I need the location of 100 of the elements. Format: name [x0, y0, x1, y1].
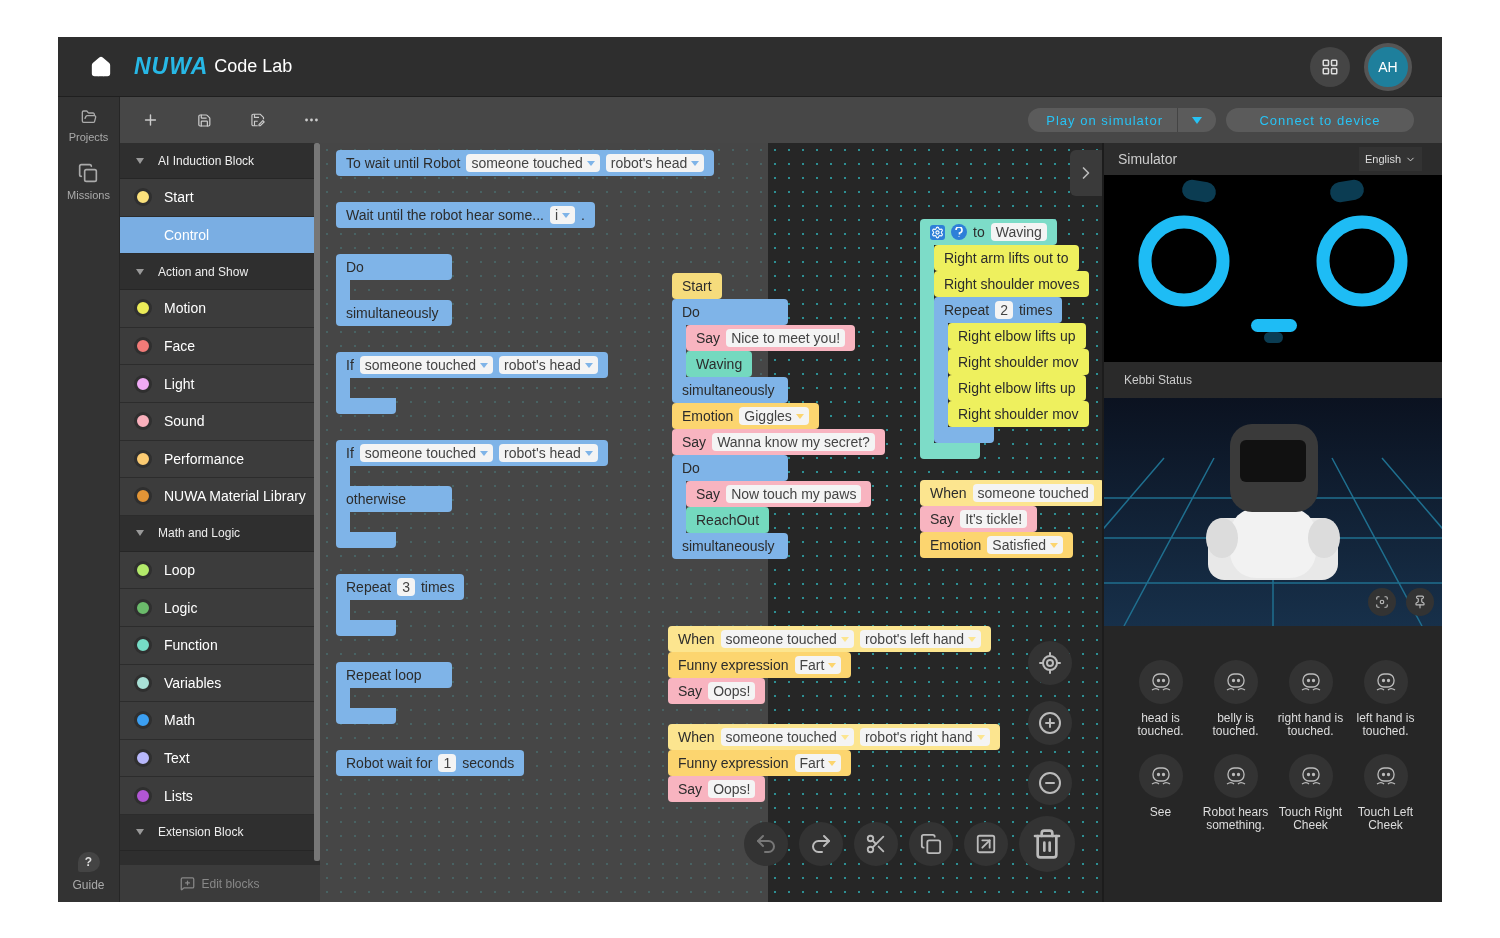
block-header[interactable]: If someone touched robot's head — [336, 352, 608, 378]
block-field[interactable]: Oops! — [708, 780, 756, 798]
sensor-button[interactable] — [1138, 660, 1183, 704]
sensor-button[interactable] — [1363, 754, 1408, 798]
code-block[interactable]: ReachOut — [686, 507, 770, 533]
block-header[interactable]: If someone touched robot's head — [336, 440, 608, 466]
zoom-in-button[interactable] — [1028, 701, 1072, 745]
sensor-button[interactable] — [1288, 754, 1333, 798]
code-block[interactable]: Robot wait for 1 seconds — [336, 750, 525, 776]
avatar[interactable]: AH — [1364, 42, 1412, 91]
block-field[interactable]: Waving — [990, 223, 1047, 241]
block-dropdown[interactable]: robot's head — [499, 356, 598, 374]
undo-button[interactable] — [744, 822, 788, 866]
block-header[interactable]: to Waving — [920, 219, 1057, 245]
code-block[interactable]: Wait until the robot hear some... i . — [336, 202, 595, 228]
block-dropdown[interactable]: robot's left hand — [859, 630, 982, 648]
category-item[interactable]: NUWA Material Library — [120, 478, 314, 516]
category-item[interactable]: Start — [120, 179, 314, 217]
category-item[interactable]: Lists — [120, 777, 314, 815]
rail-item[interactable]: Missions — [67, 159, 110, 205]
guide-label[interactable]: Guide — [72, 878, 105, 892]
category-item[interactable]: Math — [120, 702, 314, 740]
block-header[interactable]: Repeat 3 times — [336, 574, 465, 600]
code-block[interactable]: When someone touched — [920, 480, 1102, 506]
category-item[interactable]: Sound — [120, 402, 314, 441]
block-dropdown[interactable]: robot's right hand — [859, 728, 990, 746]
block-field[interactable]: Wanna know my secret? — [712, 433, 875, 451]
block-header[interactable]: Do — [672, 455, 788, 481]
code-block[interactable]: When someone touched robot's right hand — [668, 724, 1000, 750]
category-item[interactable]: Light — [120, 365, 314, 403]
category-item[interactable]: Function — [120, 626, 314, 665]
block-dropdown[interactable]: i — [549, 206, 576, 224]
code-block[interactable]: Funny expression Fart — [668, 750, 852, 776]
block-field[interactable]: Oops! — [708, 682, 756, 700]
block-dropdown[interactable]: Fart — [794, 656, 842, 674]
help-icon[interactable] — [951, 224, 967, 240]
block-dropdown[interactable]: someone touched — [720, 728, 854, 746]
cut-button[interactable] — [854, 822, 898, 866]
code-block[interactable]: Funny expression Fart — [668, 652, 852, 678]
scrollbar[interactable] — [314, 143, 320, 861]
paste-button[interactable] — [964, 822, 1008, 866]
copy-button[interactable] — [909, 822, 953, 866]
block-dropdown[interactable]: Giggles — [739, 407, 809, 425]
code-block[interactable]: Say Wanna know my secret? — [672, 429, 885, 455]
block-dropdown[interactable]: someone touched — [466, 154, 600, 172]
sensor-button[interactable] — [1213, 660, 1258, 704]
code-block[interactable]: Emotion Satisfied — [920, 532, 1074, 558]
apps-button[interactable] — [1310, 46, 1350, 87]
code-block[interactable]: Start — [672, 273, 722, 299]
rail-item[interactable]: Projects — [68, 105, 109, 147]
category-item[interactable]: Motion — [120, 290, 314, 328]
block-header[interactable]: Repeat 2 times — [934, 297, 1063, 323]
category-item[interactable]: Logic — [120, 589, 314, 627]
code-block[interactable]: Say Nice to meet you! — [686, 325, 856, 351]
zoom-out-button[interactable] — [1028, 761, 1072, 805]
block-header[interactable]: Do — [672, 299, 788, 325]
block-field[interactable]: 3 — [397, 578, 415, 596]
block-dropdown[interactable]: someone touched — [359, 444, 494, 462]
block-field[interactable]: 1 — [438, 754, 457, 772]
code-block[interactable]: Right shoulder mov — [948, 401, 1089, 427]
block-dropdown[interactable]: Satisfied — [987, 536, 1064, 554]
category-item[interactable]: Text — [120, 739, 314, 778]
code-block[interactable]: Waving — [686, 351, 753, 377]
sensor-button[interactable] — [1363, 660, 1408, 704]
sensor-button[interactable] — [1213, 754, 1258, 798]
category-item[interactable]: Face — [120, 327, 314, 366]
code-block[interactable]: Say Oops! — [668, 678, 766, 704]
code-block[interactable]: Right arm lifts out to — [934, 245, 1079, 271]
block-field[interactable]: Now touch my paws — [726, 485, 862, 503]
code-block[interactable]: Say Now touch my paws — [686, 481, 872, 507]
block-field[interactable]: It's tickle! — [960, 510, 1028, 528]
language-select[interactable]: English — [1358, 147, 1422, 171]
code-block[interactable]: Right elbow lifts up — [948, 375, 1086, 401]
block-dropdown[interactable]: someone touched — [359, 356, 494, 374]
code-block[interactable]: Emotion Giggles — [672, 403, 819, 429]
block-header[interactable]: Repeat loop — [336, 662, 452, 688]
help-icon[interactable]: ? — [77, 852, 100, 872]
category-item[interactable]: Loop — [120, 551, 314, 590]
code-block[interactable]: Say It's tickle! — [920, 506, 1038, 532]
code-block[interactable]: Right shoulder moves — [934, 271, 1090, 297]
block-dropdown[interactable]: robot's head — [605, 154, 705, 172]
category-item[interactable]: Performance — [120, 440, 314, 479]
sensor-button[interactable] — [1138, 754, 1183, 798]
code-block[interactable]: Right shoulder mov — [948, 349, 1089, 375]
code-block[interactable]: When someone touched robot's left hand — [668, 626, 992, 652]
block-header[interactable]: Do — [336, 254, 452, 280]
block-dropdown[interactable]: robot's head — [499, 444, 598, 462]
block-dropdown[interactable]: Fart — [794, 754, 842, 772]
category-item[interactable]: Variables — [120, 664, 314, 703]
code-canvas[interactable] — [320, 143, 1104, 902]
home-icon[interactable] — [90, 55, 112, 78]
block-field[interactable]: someone touched — [972, 484, 1094, 502]
code-block[interactable]: Say Oops! — [668, 776, 766, 802]
redo-button[interactable] — [799, 822, 843, 866]
recenter-button[interactable] — [1028, 641, 1072, 685]
block-dropdown[interactable]: someone touched — [720, 630, 854, 648]
block-header[interactable]: otherwise — [336, 486, 452, 512]
code-block[interactable]: Right elbow lifts up — [948, 323, 1086, 349]
code-block[interactable]: To wait until Robot someone touched robot's head — [336, 150, 715, 176]
sensor-button[interactable] — [1288, 660, 1333, 704]
